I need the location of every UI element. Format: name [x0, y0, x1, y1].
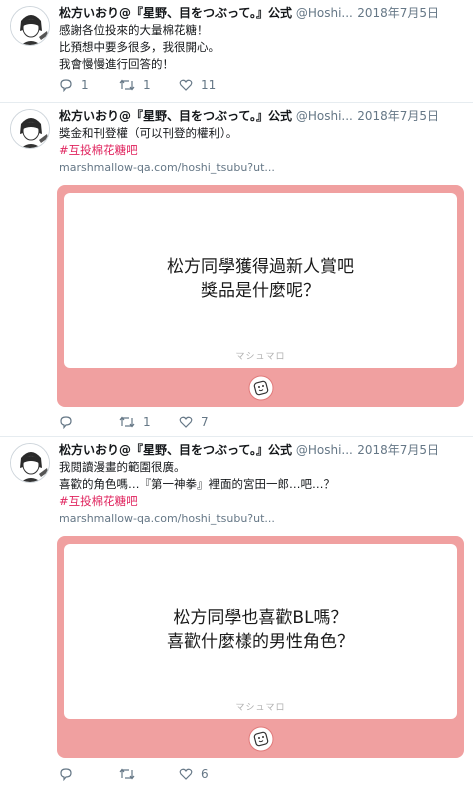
tweet-date[interactable]: 2018年7月5日	[357, 5, 439, 21]
retweet-icon	[119, 79, 135, 91]
like-button[interactable]: 7	[179, 415, 239, 429]
card-question-line: 松方同學也喜歡BL嗎？	[173, 608, 348, 628]
author-name[interactable]: 松方いおり@『星野、目をつぶって。』公式	[59, 443, 292, 457]
card-brand: マシュマロ	[235, 703, 286, 713]
reply-icon	[60, 416, 72, 429]
reply-icon	[60, 768, 72, 781]
tweet-actions: 1 7	[59, 415, 239, 429]
heart-icon	[179, 416, 193, 428]
retweet-count: 1	[143, 78, 151, 92]
tweet-actions: 1 1 11	[59, 78, 239, 92]
card-question: 松方同學獲得過新人賞吧 獎品是什麼呢？	[64, 255, 457, 303]
retweet-count: 1	[143, 415, 151, 429]
like-count: 6	[201, 767, 209, 781]
like-count: 11	[201, 78, 217, 92]
retweet-button[interactable]: 1	[119, 415, 179, 429]
card-brand: マシュマロ	[235, 352, 286, 362]
reply-button[interactable]	[59, 767, 119, 781]
like-button[interactable]: 6	[179, 767, 239, 781]
retweet-button[interactable]: 1	[119, 78, 179, 92]
reply-icon	[60, 79, 72, 92]
heart-icon	[179, 768, 193, 780]
avatar[interactable]	[10, 109, 50, 149]
tweet-text: 獎金和刊登權（可以刊登的權利）。 #互投棉花糖吧 marshmallow-qa.…	[59, 125, 459, 176]
retweet-icon	[119, 768, 135, 780]
url-link[interactable]: marshmallow-qa.com/hoshi_tsubu?ut...	[59, 159, 459, 176]
marshmallow-logo-icon	[248, 375, 273, 401]
tweet-text-line: 獎金和刊登權（可以刊登的權利）。	[59, 126, 238, 140]
tweet-text: 我閱讀漫畫的範圍很廣。 喜歡的角色嗎…『第一神拳』裡面的宮田一郎…吧…？ #互投…	[59, 459, 459, 527]
tweet[interactable]: 松方いおり@『星野、目をつぶって。』公式 @Hoshi... 2018年7月5日…	[0, 437, 473, 791]
card-image: 松方同學也喜歡BL嗎？ 喜歡什麼樣的男性角色？ マシュマロ	[64, 544, 457, 719]
link-card[interactable]: 松方同學獲得過新人賞吧 獎品是什麼呢？ マシュマロ	[57, 185, 464, 407]
like-button[interactable]: 11	[179, 78, 239, 92]
card-question-line: 松方同學獲得過新人賞吧	[167, 257, 354, 277]
tweet-text-line: 感謝各位投來的大量棉花糖！	[59, 23, 209, 37]
reply-button[interactable]: 1	[59, 78, 119, 92]
card-question-line: 喜歡什麼樣的男性角色？	[167, 632, 354, 652]
hashtag-link[interactable]: #互投棉花糖吧	[59, 493, 459, 510]
tweet[interactable]: 松方いおり@『星野、目をつぶって。』公式 @Hoshi... 2018年7月5日…	[0, 0, 473, 103]
hashtag-link[interactable]: #互投棉花糖吧	[59, 142, 459, 159]
tweet-date[interactable]: 2018年7月5日	[357, 442, 439, 458]
card-question-line: 獎品是什麼呢？	[201, 281, 320, 301]
like-count: 7	[201, 415, 209, 429]
author-handle[interactable]: @Hoshi...	[296, 6, 353, 20]
author-name[interactable]: 松方いおり@『星野、目をつぶって。』公式	[59, 6, 292, 20]
author-handle[interactable]: @Hoshi...	[296, 443, 353, 457]
tweet-text-line: 我閱讀漫畫的範圍很廣。	[59, 460, 186, 474]
author-name[interactable]: 松方いおり@『星野、目をつぶって。』公式	[59, 109, 292, 123]
heart-icon	[179, 79, 193, 91]
tweet[interactable]: 松方いおり@『星野、目をつぶって。』公式 @Hoshi... 2018年7月5日…	[0, 103, 473, 437]
reply-count: 1	[81, 78, 89, 92]
tweet-date[interactable]: 2018年7月5日	[357, 108, 439, 124]
link-card[interactable]: 松方同學也喜歡BL嗎？ 喜歡什麼樣的男性角色？ マシュマロ	[57, 536, 464, 758]
tweet-actions: 6	[59, 767, 239, 781]
tweet-header: 松方いおり@『星野、目をつぶって。』公式 @Hoshi... 2018年7月5日	[59, 442, 469, 458]
reply-button[interactable]	[59, 415, 119, 429]
card-image: 松方同學獲得過新人賞吧 獎品是什麼呢？ マシュマロ	[64, 193, 457, 368]
avatar[interactable]	[10, 6, 50, 46]
marshmallow-logo-icon	[248, 726, 273, 752]
avatar[interactable]	[10, 443, 50, 483]
tweet-text-line: 比預想中要多很多，我很開心。	[59, 40, 220, 54]
author-handle[interactable]: @Hoshi...	[296, 109, 353, 123]
url-link[interactable]: marshmallow-qa.com/hoshi_tsubu?ut...	[59, 510, 459, 527]
tweet-text: 感謝各位投來的大量棉花糖！ 比預想中要多很多，我很開心。 我會慢慢進行回答的！	[59, 22, 459, 73]
tweet-feed: 松方いおり@『星野、目をつぶって。』公式 @Hoshi... 2018年7月5日…	[0, 0, 473, 791]
card-question: 松方同學也喜歡BL嗎？ 喜歡什麼樣的男性角色？	[64, 606, 457, 654]
retweet-button[interactable]	[119, 767, 179, 781]
tweet-header: 松方いおり@『星野、目をつぶって。』公式 @Hoshi... 2018年7月5日	[59, 5, 469, 21]
tweet-text-line: 我會慢慢進行回答的！	[59, 57, 174, 71]
tweet-header: 松方いおり@『星野、目をつぶって。』公式 @Hoshi... 2018年7月5日	[59, 108, 469, 124]
retweet-icon	[119, 416, 135, 428]
tweet-text-line: 喜歡的角色嗎…『第一神拳』裡面的宮田一郎…吧…？	[59, 477, 335, 491]
